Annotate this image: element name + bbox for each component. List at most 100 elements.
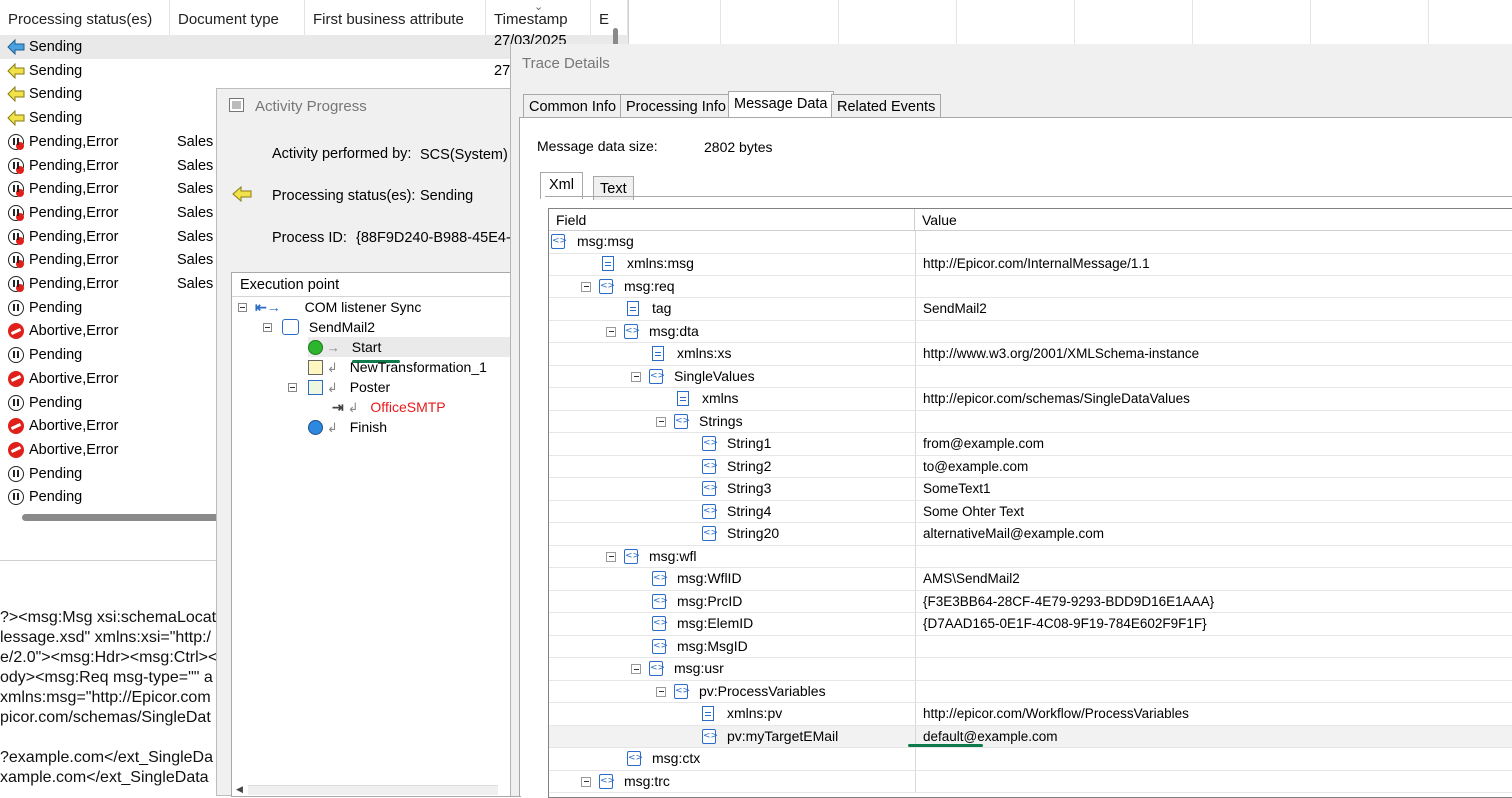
xml-node-icon: <>: [702, 728, 718, 744]
field-name: Strings: [699, 412, 743, 429]
tree-node-start[interactable]: → Start: [308, 337, 513, 357]
xml-node-icon: <>: [649, 368, 665, 384]
table-row[interactable]: <> msg:dta: [549, 320, 1512, 344]
field-cell: <> msg:dta: [549, 320, 916, 343]
field-name: xmlns:pv: [727, 705, 783, 722]
table-row[interactable]: <> pv:ProcessVariables: [549, 680, 1512, 704]
status-text: Pending,Error: [29, 252, 119, 269]
pending-error-icon: [8, 252, 24, 269]
activity-performed-value: SCS(System): [420, 147, 508, 163]
table-row[interactable]: <> msg:ctx: [549, 748, 1512, 771]
field-cell: <> msg:msg: [549, 231, 916, 253]
xml-node-icon: <>: [652, 593, 668, 609]
document-type-text: Sales O: [177, 133, 217, 150]
sending-arrow-icon: [7, 109, 25, 127]
finish-blue-circle-icon: [308, 420, 323, 435]
tree-collapse-toggle[interactable]: [631, 664, 641, 675]
scroll-left-arrow-icon[interactable]: ◀: [236, 784, 243, 795]
tree-node-com-listener[interactable]: ⇤→ COM listener Sync: [255, 297, 421, 317]
table-row[interactable]: <> String20 alternativeMail@example.com: [549, 523, 1512, 546]
table-row[interactable]: <> pv:myTargetEMail default@example.com: [549, 725, 1512, 749]
document-type-text: Sales O: [177, 157, 217, 174]
background-dashed-grid: [628, 0, 1512, 44]
xml-source-text: ?><msg:Msg xsi:schemaLocat lessage.xsd" x…: [0, 608, 218, 796]
exec-horizontal-scrollbar[interactable]: [248, 785, 498, 795]
tree-collapse-poster[interactable]: [288, 383, 297, 392]
field-cell: <> msg:wfl: [549, 545, 916, 568]
table-row[interactable]: xmlns http://epicor.com/schemas/SingleDat…: [549, 388, 1512, 411]
tree-collapse-toggle[interactable]: [606, 551, 616, 562]
grid-header-field[interactable]: Field: [549, 209, 915, 231]
tree-node-finish[interactable]: ↲ Finish: [308, 417, 387, 437]
tree-collapse-sendmail[interactable]: [263, 323, 272, 332]
table-row[interactable]: <> msg:wfl: [549, 545, 1512, 569]
table-row[interactable]: <> String2 to@example.com: [549, 455, 1512, 479]
tab-xml[interactable]: Xml: [540, 172, 583, 199]
table-row[interactable]: <> msg:usr: [549, 658, 1512, 681]
tab-message-data[interactable]: Message Data: [728, 91, 834, 118]
document-type-text: Sales O: [177, 181, 217, 198]
grid-header-value[interactable]: Value: [915, 209, 1512, 231]
error-badge-icon: [16, 189, 24, 198]
table-row[interactable]: <> Strings: [549, 410, 1512, 434]
table-row[interactable]: <> msg:trc: [549, 770, 1512, 794]
tree-collapse-toggle[interactable]: [656, 416, 666, 427]
field-name: String3: [727, 480, 772, 497]
table-row[interactable]: <> msg:msg: [549, 231, 1512, 254]
column-header-status[interactable]: Processing status(es): [0, 0, 170, 36]
column-header-document-type[interactable]: Document type: [170, 0, 305, 36]
xml-code-line: [0, 728, 218, 748]
field-name: msg:WflID: [677, 570, 742, 587]
abortive-error-icon: [8, 441, 24, 458]
window-app-icon: [229, 98, 244, 112]
table-row[interactable]: <> String1 from@example.com: [549, 433, 1512, 456]
xml-node-icon: <>: [702, 436, 718, 452]
table-row[interactable]: <> msg:WflID AMS\SendMail2: [549, 568, 1512, 591]
table-row[interactable]: <> String3 SomeText1: [549, 478, 1512, 501]
message-size-value: 2802 bytes: [704, 139, 773, 155]
table-row[interactable]: xmlns:msg http://Epicor.com/InternalMessa…: [549, 253, 1512, 276]
tree-node-poster[interactable]: ↲ Poster: [308, 377, 390, 397]
table-row[interactable]: <> String4 Some Ohter Text: [549, 500, 1512, 524]
tree-node-officesmtp[interactable]: ⇥ ↲ OfficeSMTP: [332, 397, 446, 417]
flow-arrow-icon: →: [326, 340, 340, 355]
table-row[interactable]: <> SingleValues: [549, 365, 1512, 389]
table-row[interactable]: <> msg:PrcID {F3E3BB64-28CF-4E79-9293-BDD9…: [549, 590, 1512, 614]
field-name: SingleValues: [674, 367, 755, 384]
table-row[interactable]: <> msg:ElemID {D7AAD165-0E1F-4C08-9F19-784…: [549, 613, 1512, 636]
tree-collapse-toggle[interactable]: [606, 326, 616, 337]
tree-collapse-toggle[interactable]: [581, 281, 591, 292]
return-arrow-icon: ↲: [326, 420, 338, 435]
return-arrow-icon: ↲: [326, 380, 338, 395]
execution-point-header[interactable]: Execution point: [232, 273, 520, 297]
tree-node-sendmail2[interactable]: SendMail2: [282, 317, 375, 337]
tree-node-newtransformation[interactable]: ↲ NewTransformation_1: [308, 357, 487, 377]
table-row[interactable]: <> msg:MsgID: [549, 635, 1512, 659]
tab-common-info[interactable]: Common Info: [523, 94, 623, 118]
error-badge-icon: [16, 260, 24, 269]
tab-processing-info[interactable]: Processing Info: [620, 94, 732, 118]
tree-collapse-toggle[interactable]: [581, 776, 591, 787]
tree-collapse-root[interactable]: [238, 303, 247, 312]
table-row[interactable]: tag SendMail2: [549, 298, 1512, 321]
tree-collapse-toggle[interactable]: [656, 686, 666, 697]
table-row[interactable]: xmlns:pv http://epicor.com/Workflow/Proce…: [549, 703, 1512, 726]
tree-collapse-toggle[interactable]: [631, 371, 641, 382]
xml-attribute-icon: [602, 256, 614, 272]
field-value: http://Epicor.com/InternalMessage/1.1: [923, 256, 1150, 272]
pending-error-icon: [8, 181, 24, 198]
table-row[interactable]: <> msg:req: [549, 275, 1512, 299]
pending-error-icon: [8, 204, 24, 221]
field-cell: xmlns:pv: [549, 703, 916, 725]
pending-error-icon: [8, 276, 24, 292]
table-row[interactable]: xmlns:xs http://www.w3.org/2001/XMLSchema…: [549, 343, 1512, 366]
field-cell: <> msg:req: [549, 275, 916, 298]
horizontal-scrollbar[interactable]: [22, 514, 222, 521]
column-header-first-business-attribute[interactable]: First business attribute: [305, 0, 486, 36]
field-cell: <> msg:MsgID: [549, 635, 916, 658]
field-name: String1: [727, 435, 772, 452]
column-header-e[interactable]: E: [591, 0, 628, 36]
field-value: Some Ohter Text: [923, 503, 1025, 519]
tab-related-events[interactable]: Related Events: [831, 94, 942, 118]
pending-error-icon: [8, 228, 24, 245]
